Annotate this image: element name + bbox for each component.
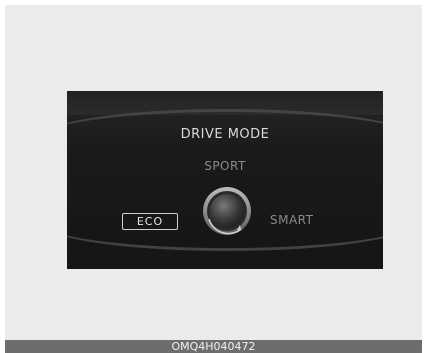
- mode-option-sport[interactable]: SPORT: [67, 159, 383, 173]
- drive-mode-title: DRIVE MODE: [180, 127, 270, 142]
- mode-option-eco-selected[interactable]: ECO: [122, 213, 178, 230]
- figure-frame: DRIVE MODE SPORT ECO SMART: [5, 5, 422, 340]
- figure-code-caption: OMQ4H040472: [5, 340, 422, 353]
- mode-option-smart[interactable]: SMART: [270, 213, 313, 227]
- rotary-knob-icon[interactable]: [201, 185, 253, 237]
- drive-mode-display: DRIVE MODE SPORT ECO SMART: [67, 91, 383, 269]
